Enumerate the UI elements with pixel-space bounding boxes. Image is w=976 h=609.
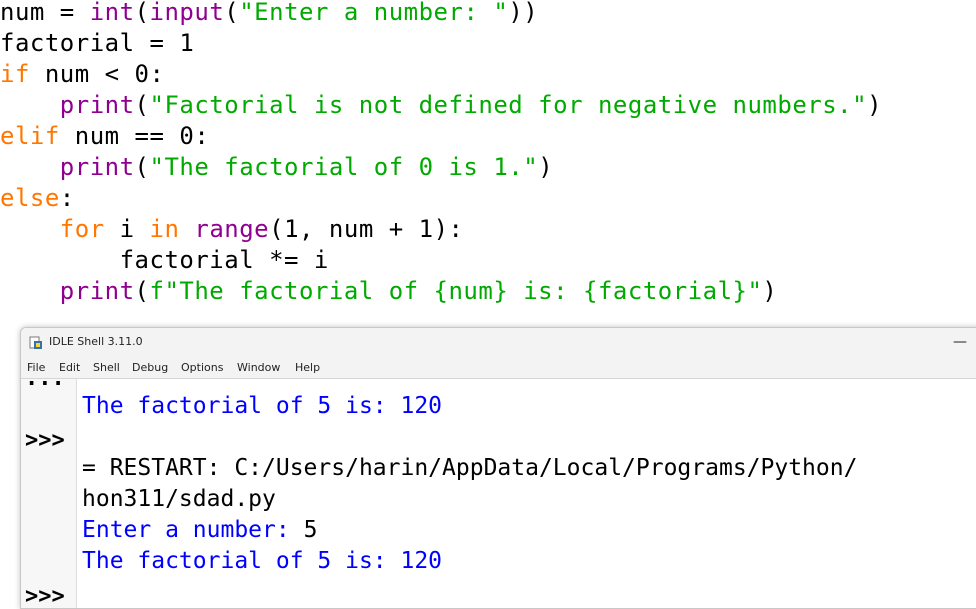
continuation-prompt: ... [25, 366, 65, 391]
code-token: "The factorial of 0 is 1." [149, 153, 539, 181]
restart-line-continued: hon311/sdad.py [82, 486, 276, 512]
code-line-3: if num < 0: [0, 59, 164, 90]
code-token: : [59, 184, 75, 212]
menu-help[interactable]: Help [295, 361, 320, 374]
code-token: i [104, 215, 150, 243]
code-token: range [194, 215, 270, 243]
code-token: ) [538, 153, 554, 181]
code-token: ) [762, 277, 778, 305]
output-line: The factorial of 5 is: 120 [82, 393, 443, 419]
code-token: print [59, 153, 135, 181]
prompt-gutter: ... >>> >>> [21, 366, 77, 609]
output-line: The factorial of 5 is: 120 [82, 548, 443, 574]
code-token: num < 0: [29, 60, 165, 88]
code-line-8: for i in range(1, num + 1): [0, 214, 463, 245]
code-line-7: else: [0, 183, 75, 214]
code-line-9: factorial *= i [0, 246, 329, 274]
code-token: for [59, 215, 105, 243]
code-token: ) [867, 91, 883, 119]
code-token: int [89, 0, 135, 26]
shell-prompt: >>> [25, 428, 65, 453]
menu-options[interactable]: Options [181, 361, 223, 374]
code-token: input [149, 0, 225, 26]
menu-shell[interactable]: Shell [93, 361, 120, 374]
code-token: else [0, 184, 60, 212]
code-token: ( [134, 91, 150, 119]
code-token: f"The factorial of {num} is: {factorial}… [149, 277, 763, 305]
code-token: ( [134, 0, 150, 26]
code-line-6: print("The factorial of 0 is 1.") [0, 152, 553, 183]
code-line-2: factorial = 1 [0, 29, 195, 57]
code-token: print [59, 91, 135, 119]
code-token: num == 0: [59, 122, 210, 150]
code-line-10: print(f"The factorial of {num} is: {fact… [0, 276, 777, 307]
menu-debug[interactable]: Debug [132, 361, 168, 374]
shell-prompt: >>> [25, 584, 65, 609]
code-token: (1, num + 1): [269, 215, 464, 243]
code-token: if [0, 60, 30, 88]
restart-line: = RESTART: C:/Users/harin/AppData/Local/… [82, 455, 858, 481]
idle-shell-window: IDLE Shell 3.11.0 — File Edit Shell Debu… [20, 327, 976, 609]
code-token: in [149, 215, 180, 243]
menu-bar: File Edit Shell Debug Options Window Hel… [21, 358, 976, 379]
menu-window[interactable]: Window [237, 361, 280, 374]
title-bar[interactable]: IDLE Shell 3.11.0 — [21, 328, 976, 358]
code-line-5: elif num == 0: [0, 121, 209, 152]
input-prompt-text: Enter a number: [82, 517, 304, 543]
code-line-4: print("Factorial is not defined for nega… [0, 90, 882, 121]
python-idle-icon [29, 336, 42, 349]
code-token: elif [0, 122, 60, 150]
code-token: ( [134, 277, 150, 305]
code-token: )) [508, 0, 539, 26]
code-editor[interactable]: num = int(input("Enter a number: ")) fac… [0, 0, 976, 330]
user-input-value: 5 [303, 517, 318, 543]
code-token: ( [134, 153, 150, 181]
input-line: Enter a number: 5 [82, 517, 317, 543]
code-token: print [59, 277, 135, 305]
code-token: "Factorial is not defined for negative n… [149, 91, 868, 119]
code-token: ( [224, 0, 240, 26]
window-title: IDLE Shell 3.11.0 [49, 335, 143, 348]
code-line-1: num = int(input("Enter a number: ")) [0, 0, 538, 28]
code-token: "Enter a number: " [239, 0, 509, 26]
minimize-button[interactable]: — [953, 334, 967, 350]
code-token: num = [0, 0, 90, 26]
